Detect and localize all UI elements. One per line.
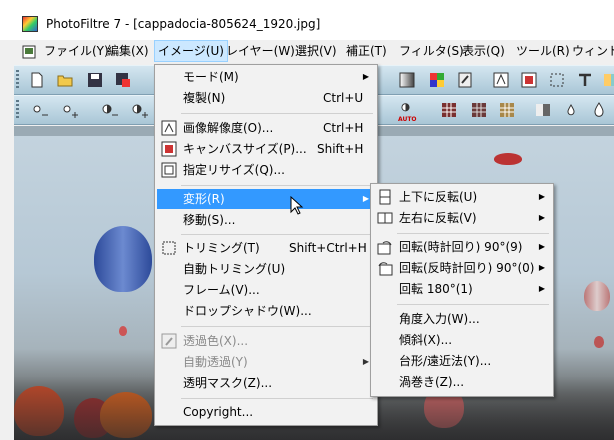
- menu-item-auto-transparency[interactable]: 自動透過(Y) ▶: [157, 352, 375, 372]
- menu-edit[interactable]: 編集(X): [104, 40, 152, 62]
- transparent-color-icon: [161, 333, 177, 349]
- menu-separator: [397, 233, 549, 234]
- menu-file[interactable]: ファイル(Y): [41, 40, 112, 62]
- menu-view[interactable]: 表示(Q): [459, 40, 508, 62]
- menu-item-copyright[interactable]: Copyright...: [157, 402, 375, 422]
- menu-item-duplicate[interactable]: 複製(N) Ctrl+U: [157, 88, 375, 108]
- auto-label: AUTO: [398, 116, 417, 123]
- menu-separator: [181, 234, 373, 235]
- eyedropper-icon[interactable]: [456, 71, 474, 89]
- fit-size-icon: [161, 162, 177, 178]
- menu-separator: [181, 326, 373, 327]
- flip-horizontal-icon: [377, 212, 393, 224]
- menu-item-transparent-color[interactable]: 透過色(X)...: [157, 331, 375, 351]
- menu-item-mode[interactable]: モード(M) ▶: [157, 67, 375, 87]
- drop-small-icon[interactable]: [562, 101, 580, 119]
- menu-bar: ファイル(Y) 編集(X) イメージ(U) レイヤー(W) 選択(V) 補正(T…: [0, 40, 614, 64]
- brightness-minus-icon[interactable]: [28, 101, 50, 119]
- image-resolution-icon: [161, 120, 177, 136]
- left-margin: [0, 64, 14, 440]
- submenu-item-swirl[interactable]: 渦巻き(Z)...: [373, 372, 551, 392]
- menu-image[interactable]: イメージ(U): [154, 40, 228, 62]
- submenu-arrow-icon: ▶: [362, 357, 369, 366]
- gradient-fill-icon[interactable]: [534, 101, 552, 119]
- crop-icon: [162, 241, 176, 255]
- submenu-item-perspective[interactable]: 台形/遠近法(Y)...: [373, 351, 551, 371]
- submenu-arrow-icon: ▶: [362, 194, 369, 203]
- photofiltre-app-icon[interactable]: [22, 16, 38, 32]
- new-file-icon[interactable]: [28, 71, 46, 89]
- document-icon[interactable]: [22, 45, 36, 59]
- submenu-item-flip-vertical[interactable]: 上下に反転(U) ▶: [373, 187, 551, 207]
- save-as-icon[interactable]: [114, 71, 132, 89]
- contrast-plus-icon[interactable]: [128, 101, 150, 119]
- menu-separator: [397, 304, 549, 305]
- text-tool-icon[interactable]: [576, 71, 594, 89]
- submenu-arrow-icon: ▶: [538, 192, 545, 201]
- menu-item-fit-size[interactable]: 指定リサイズ(Q)...: [157, 160, 375, 180]
- menu-item-frame[interactable]: フレーム(V)...: [157, 280, 375, 300]
- canvas-size-icon: [161, 141, 177, 157]
- image-menu: モード(M) ▶ 複製(N) Ctrl+U 画像解像度(O)... Ctrl+H…: [154, 64, 378, 426]
- window-title: PhotoFiltre 7 - [cappadocia-805624_1920.…: [46, 17, 321, 31]
- submenu-item-rotate-cw[interactable]: 回転(時計回り) 90°(9) ▶: [373, 237, 551, 257]
- menu-item-auto-crop[interactable]: 自動トリミング(U): [157, 259, 375, 279]
- submenu-item-rotate-180[interactable]: 回転 180°(1) ▶: [373, 279, 551, 299]
- menu-item-drop-shadow[interactable]: ドロップシャドウ(W)...: [157, 301, 375, 321]
- menu-layer[interactable]: レイヤー(W): [223, 40, 298, 62]
- selection-tool-icon[interactable]: [548, 71, 566, 89]
- contrast-minus-icon[interactable]: [98, 101, 120, 119]
- submenu-arrow-icon: ▶: [538, 263, 545, 272]
- submenu-arrow-icon: ▶: [362, 72, 369, 81]
- image-resolution-tool-icon[interactable]: [492, 71, 510, 89]
- grid-dark-icon[interactable]: [440, 101, 458, 119]
- flip-vertical-icon: [379, 189, 391, 205]
- rotate-clockwise-icon: [377, 241, 392, 255]
- menu-item-canvas-size[interactable]: キャンバスサイズ(P)... Shift+H: [157, 139, 375, 159]
- rotate-counterclockwise-icon: [378, 262, 393, 276]
- toolbar-grip[interactable]: [16, 70, 19, 90]
- submenu-item-angle-input[interactable]: 角度入力(W)...: [373, 309, 551, 329]
- submenu-arrow-icon: ▶: [538, 242, 545, 251]
- menu-separator: [181, 113, 373, 114]
- menu-item-move[interactable]: 移動(S)...: [157, 210, 375, 230]
- menu-item-transform[interactable]: 変形(R) ▶: [157, 189, 375, 209]
- title-bar: PhotoFiltre 7 - [cappadocia-805624_1920.…: [0, 0, 614, 40]
- menu-item-transparency-mask[interactable]: 透明マスク(Z)...: [157, 373, 375, 393]
- menu-adjust[interactable]: 補正(T): [343, 40, 390, 62]
- grid-light-icon[interactable]: [498, 101, 516, 119]
- drop-large-icon[interactable]: [590, 101, 608, 119]
- submenu-arrow-icon: ▶: [538, 284, 545, 293]
- canvas-size-tool-icon[interactable]: [520, 71, 538, 89]
- menu-item-crop[interactable]: トリミング(T) Shift+Ctrl+H: [157, 238, 375, 258]
- menu-window[interactable]: ウィンドウ: [569, 40, 614, 62]
- menu-separator: [181, 398, 373, 399]
- color-balance-icon[interactable]: [602, 71, 614, 89]
- menu-select[interactable]: 選択(V): [292, 40, 340, 62]
- menu-filter[interactable]: フィルタ(S): [396, 40, 467, 62]
- menu-item-image-resolution[interactable]: 画像解像度(O)... Ctrl+H: [157, 118, 375, 138]
- menu-separator: [181, 185, 373, 186]
- grid-mid-icon[interactable]: [470, 101, 488, 119]
- save-icon[interactable]: [86, 71, 104, 89]
- transform-submenu: 上下に反転(U) ▶ 左右に反転(V) ▶ 回転(時計回り) 90°(9) ▶ …: [370, 183, 554, 397]
- brightness-plus-icon[interactable]: [58, 101, 80, 119]
- submenu-item-rotate-ccw[interactable]: 回転(反時計回り) 90°(0) ▶: [373, 258, 551, 278]
- color-grid-icon[interactable]: [428, 71, 446, 89]
- menu-tools[interactable]: ツール(R): [513, 40, 573, 62]
- submenu-arrow-icon: ▶: [538, 213, 545, 222]
- open-folder-icon[interactable]: [56, 71, 74, 89]
- submenu-item-skew[interactable]: 傾斜(X)...: [373, 330, 551, 350]
- gradient-icon[interactable]: [398, 71, 416, 89]
- toolbar-grip[interactable]: [16, 100, 19, 120]
- submenu-item-flip-horizontal[interactable]: 左右に反転(V) ▶: [373, 208, 551, 228]
- mouse-cursor-icon: [290, 196, 304, 215]
